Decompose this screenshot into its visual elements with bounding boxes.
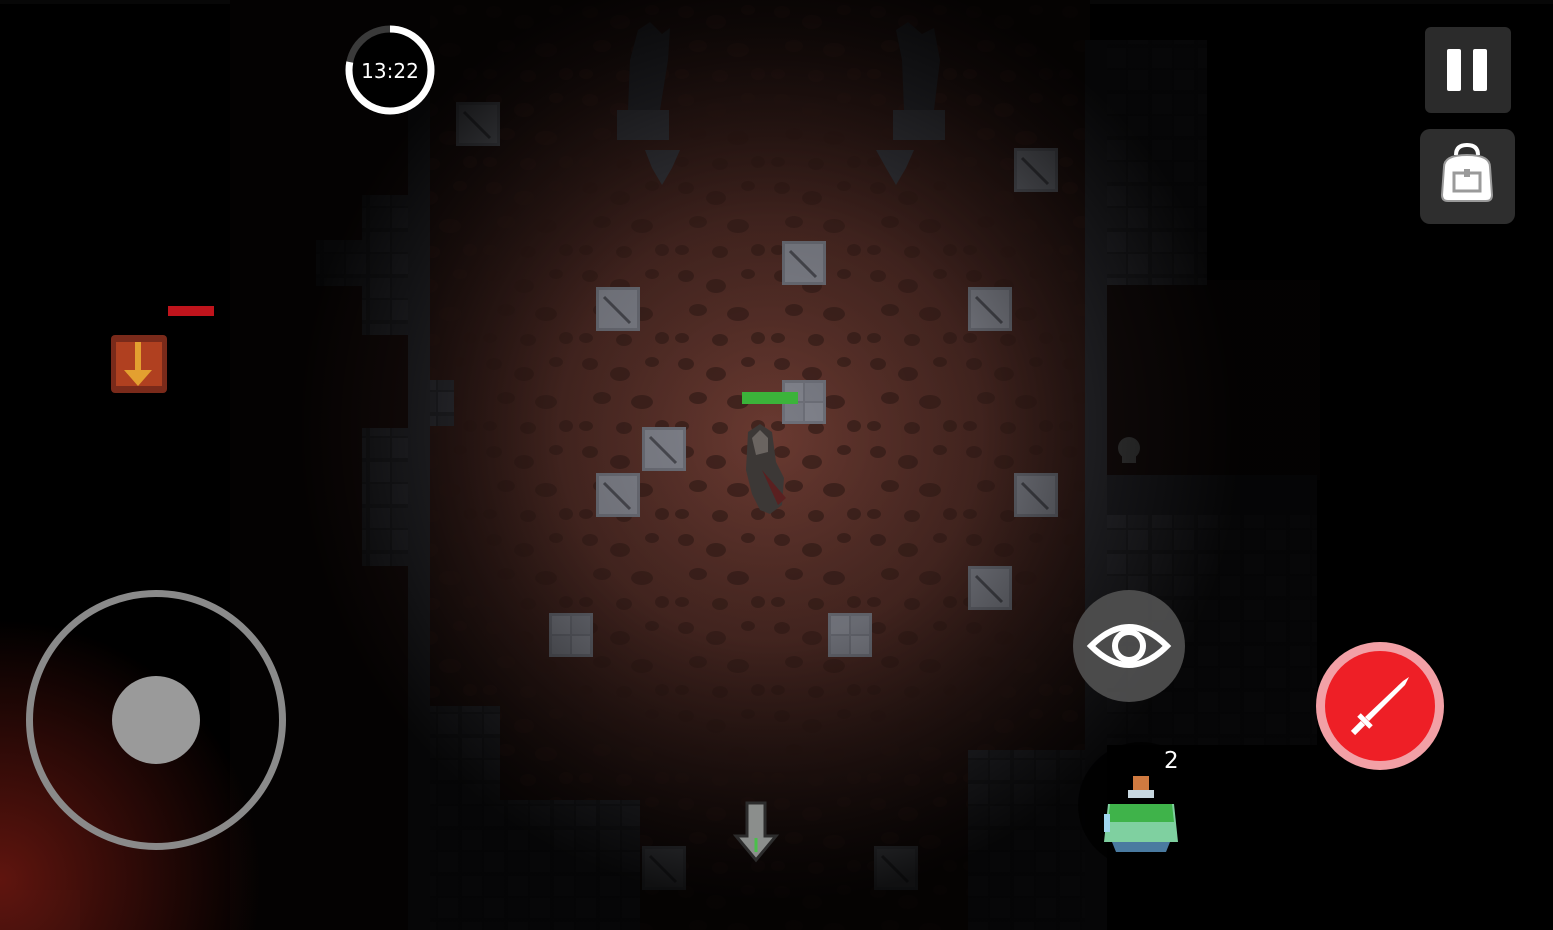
attack-button[interactable] [1316,642,1444,770]
run-timer: 13:22 [344,24,436,116]
enemy-chest [111,335,167,393]
backpack-button[interactable] [1420,129,1515,224]
pause-button[interactable] [1425,27,1511,113]
backpack-icon [1440,142,1494,202]
timer-label: 13:22 [361,59,419,83]
look-button[interactable] [1073,590,1185,702]
joystick-knob[interactable] [112,676,200,764]
potion-button[interactable] [1078,742,1204,868]
potion-icon [1104,776,1178,852]
enemy-health-bar [168,306,214,316]
potion-count: 2 [1164,748,1179,774]
movement-joystick[interactable] [26,590,286,850]
sword-icon [1350,677,1409,736]
eye-icon [1086,624,1172,668]
player-health-bar [742,392,798,404]
